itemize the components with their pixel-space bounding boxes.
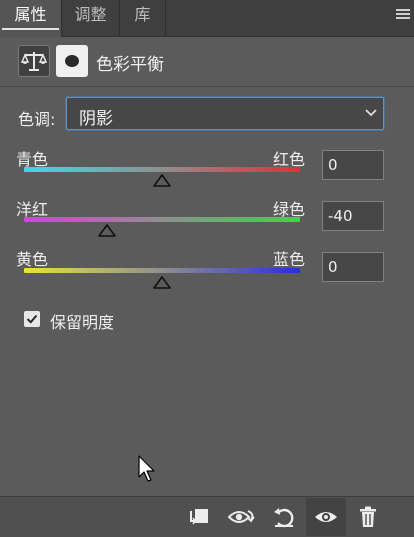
reset-icon <box>274 508 294 528</box>
properties-header: 色彩平衡 <box>0 37 414 87</box>
view-previous-state-icon <box>227 510 255 523</box>
delete-icon <box>360 506 376 527</box>
cyan-red-slider-track[interactable] <box>24 167 300 172</box>
clip-to-layer-button[interactable] <box>178 498 218 536</box>
visibility-eye-icon <box>315 512 337 522</box>
cyan-red-value-field[interactable]: 0 <box>322 150 384 180</box>
reset-button[interactable] <box>264 498 304 536</box>
bottom-toolbar <box>0 496 414 537</box>
view-previous-state-button[interactable] <box>222 498 262 536</box>
preserve-luminosity-label: 保留明度 <box>50 313 115 332</box>
mouse-cursor-icon <box>138 455 155 482</box>
tab-libraries[interactable]: 库 <box>120 0 166 36</box>
tab-properties-label: 属性 <box>2 2 59 30</box>
magenta-green-slider-thumb[interactable] <box>97 223 117 237</box>
checkmark-icon <box>26 314 38 324</box>
layer-mask-icon[interactable] <box>56 45 88 77</box>
preserve-luminosity-checkbox[interactable] <box>24 311 40 327</box>
blue-label: 蓝色 <box>273 250 306 269</box>
yellow-blue-value-field[interactable]: 0 <box>322 252 384 282</box>
tone-value: 阴影 <box>79 109 113 129</box>
magenta-green-value-field[interactable]: -40 <box>322 201 384 231</box>
tone-label: 色调: <box>18 110 56 129</box>
yellow-label: 黄色 <box>16 250 49 269</box>
clip-to-layer-icon <box>190 509 208 525</box>
tab-adjustments-label: 调整 <box>74 5 107 24</box>
cyan-red-slider-thumb[interactable] <box>152 173 172 187</box>
panel-menu-icon[interactable] <box>396 7 410 21</box>
tab-libraries-label: 库 <box>134 5 151 24</box>
yellow-blue-slider-thumb[interactable] <box>152 275 172 289</box>
chevron-down-icon <box>365 109 377 117</box>
yellow-blue-slider-track[interactable] <box>24 268 300 273</box>
color-balance-icon[interactable] <box>18 45 50 77</box>
delete-button[interactable] <box>348 498 388 536</box>
tone-dropdown[interactable]: 阴影 <box>66 97 384 130</box>
header-divider <box>0 86 414 87</box>
adjustment-title: 色彩平衡 <box>96 55 164 75</box>
magenta-green-slider-track[interactable] <box>24 217 300 222</box>
tab-adjustments[interactable]: 调整 <box>62 0 120 36</box>
toggle-visibility-button[interactable] <box>306 498 346 536</box>
tab-properties[interactable]: 属性 <box>0 0 62 37</box>
panel-tab-bar: 属性 调整 库 <box>0 0 414 37</box>
